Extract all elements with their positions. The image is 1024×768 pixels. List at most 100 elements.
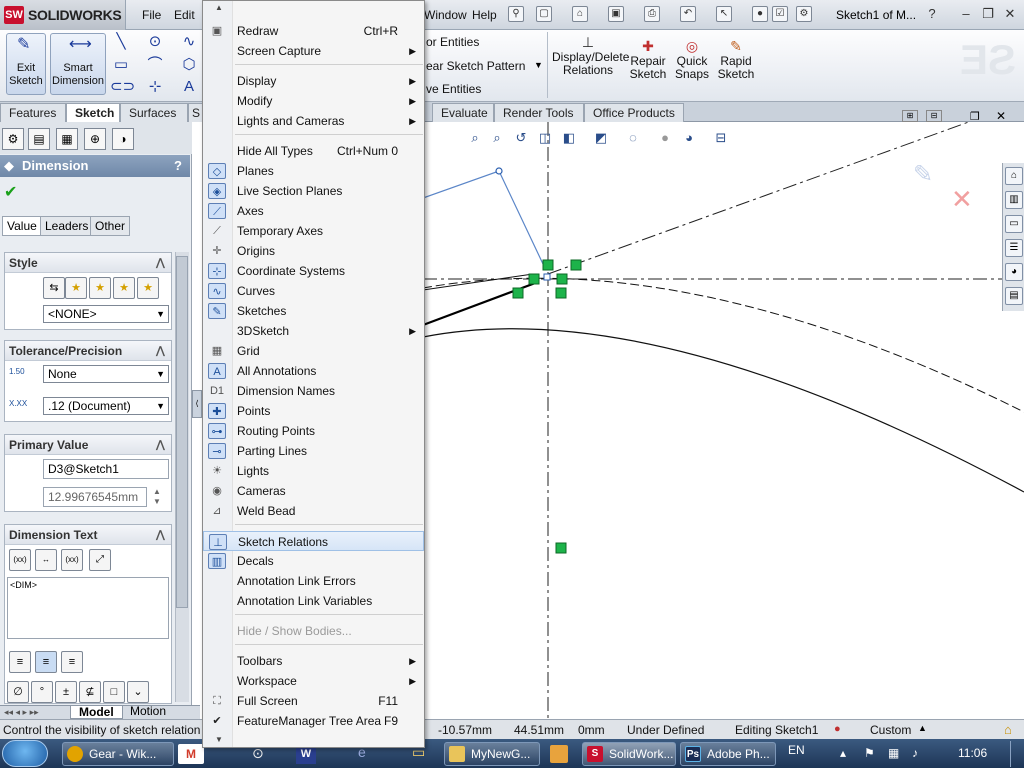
plus-minus-symbol-icon[interactable]: ±: [55, 681, 77, 703]
menu-item-all-annotations[interactable]: A All Annotations: [203, 361, 424, 381]
display-manager-icon[interactable]: ◑: [112, 128, 134, 150]
viewport-split-icon[interactable]: ⊞: [902, 110, 918, 122]
menu-item-annotation-link-errors[interactable]: Annotation Link Errors: [203, 571, 424, 591]
menu-item-points[interactable]: ✚ Points: [203, 401, 424, 421]
text-tool-icon[interactable]: A: [178, 78, 200, 96]
menu-item-coordinate-systems[interactable]: ⊹ Coordinate Systems: [203, 261, 424, 281]
status-units[interactable]: Custom: [870, 723, 911, 737]
menu-file[interactable]: File: [142, 8, 161, 22]
menu-item-hide-show-bodies[interactable]: Hide / Show Bodies...: [203, 621, 424, 641]
menu-item-origins[interactable]: ✛ Origins: [203, 241, 424, 261]
menu-item-curves[interactable]: ∿ Curves: [203, 281, 424, 301]
zoom-to-fit-icon[interactable]: ⌕: [466, 129, 484, 147]
circle-tool-icon[interactable]: ⊙: [144, 33, 166, 51]
sketch-canvas[interactable]: ✎ ✕: [423, 122, 1024, 719]
menu-item-weld-bead[interactable]: ⊿ Weld Bead: [203, 501, 424, 521]
taskbar-solidworks[interactable]: S SolidWork...: [582, 742, 676, 766]
rebuild-icon[interactable]: ●: [752, 6, 768, 22]
line-tool-icon[interactable]: ╲: [110, 33, 132, 51]
inspection-dimension-icon[interactable]: (xx): [61, 549, 83, 571]
align-center-icon[interactable]: ≡: [35, 651, 57, 673]
subtab-leaders[interactable]: Leaders: [40, 216, 94, 236]
configuration-manager-icon[interactable]: ▦: [56, 128, 78, 150]
restore-icon[interactable]: ❐: [978, 5, 998, 23]
menu-item-sketches[interactable]: ✎ Sketches: [203, 301, 424, 321]
menu-item-lights-and-cameras[interactable]: Lights and Cameras ▶: [203, 111, 424, 131]
smart-dimension-button[interactable]: ⟷ Smart Dimension: [50, 33, 106, 95]
menu-edit[interactable]: Edit: [174, 8, 195, 22]
menu-item-workspace[interactable]: Workspace ▶: [203, 671, 424, 691]
center-dimension-icon[interactable]: ↔: [35, 549, 57, 571]
menu-item-redraw[interactable]: ▣ Redraw Ctrl+R: [203, 21, 424, 41]
clock[interactable]: 11:06: [958, 746, 987, 760]
tab-motion-study[interactable]: Motion Study: [124, 705, 200, 731]
resources-icon[interactable]: ⌂: [1005, 167, 1023, 185]
display-style-icon[interactable]: ◩: [592, 129, 610, 147]
quick-snaps-button[interactable]: ◎ Quick Snaps: [672, 38, 712, 98]
align-right-icon[interactable]: ≡: [61, 651, 83, 673]
menu-item-modify[interactable]: Modify ▶: [203, 91, 424, 111]
windows-start-icon[interactable]: [2, 740, 48, 767]
options-icon[interactable]: ⚙: [796, 6, 812, 22]
edit-appearance-icon[interactable]: ●: [656, 129, 674, 147]
tab-office-products[interactable]: Office Products: [584, 103, 684, 122]
subtab-value[interactable]: Value: [2, 216, 42, 236]
menu-item-dimension-names[interactable]: D1 Dimension Names: [203, 381, 424, 401]
tab-model[interactable]: Model: [70, 705, 123, 719]
slot-tool-icon[interactable]: ⊂⊃: [110, 78, 135, 96]
menu-item-planes[interactable]: ◇ Planes: [203, 161, 424, 181]
minimize-icon[interactable]: –: [956, 5, 976, 23]
close-icon[interactable]: ✕: [1000, 5, 1020, 23]
menu-item-annotation-link-variables[interactable]: Annotation Link Variables: [203, 591, 424, 611]
hide-show-items-icon[interactable]: ◌: [624, 129, 642, 147]
tag-icon[interactable]: ⌂: [1004, 722, 1012, 737]
property-manager-icon[interactable]: ▤: [28, 128, 50, 150]
rectangle-tool-icon[interactable]: ▭: [110, 56, 132, 74]
save-icon[interactable]: ▣: [608, 6, 624, 22]
centerline-symbol-icon[interactable]: ⊈: [79, 681, 101, 703]
collapse-chevron-icon[interactable]: ⋀: [156, 253, 165, 273]
view-palette-icon[interactable]: ☰: [1005, 239, 1023, 257]
menu-window[interactable]: Window: [424, 8, 467, 22]
tab-scroll-arrows-icon[interactable]: ◂◂ ◂ ▸ ▸▸: [4, 707, 39, 718]
tab-sketch[interactable]: Sketch: [66, 103, 120, 122]
solidworks-logo[interactable]: SW SOLIDWORKS: [0, 0, 126, 30]
file-properties-icon[interactable]: ☑: [772, 6, 788, 22]
more-symbols-icon[interactable]: ⌄: [127, 681, 149, 703]
dimension-value-field[interactable]: 12.99676545mm: [43, 487, 147, 507]
collapse-chevron-icon[interactable]: ⋀: [156, 341, 165, 361]
previous-view-icon[interactable]: ↺: [512, 129, 530, 147]
viewport-minimize-icon[interactable]: ⊟: [926, 110, 942, 122]
repair-sketch-button[interactable]: ✚ Repair Sketch: [628, 38, 668, 98]
tab-surfaces[interactable]: Surfaces: [120, 103, 188, 122]
rebuild-status-icon[interactable]: ●: [834, 723, 841, 735]
add-parentheses-icon[interactable]: (xx): [9, 549, 31, 571]
open-folder-icon[interactable]: ⌂: [572, 6, 588, 22]
file-explorer-icon[interactable]: ▭: [1005, 215, 1023, 233]
tray-network-icon[interactable]: ▦: [888, 746, 899, 760]
spline-tool-icon[interactable]: ∿: [178, 33, 200, 51]
dimxpert-icon[interactable]: ⊕: [84, 128, 106, 150]
menu-scroll-down-icon[interactable]: ▼: [215, 735, 223, 744]
units-dropdown-icon[interactable]: ▲: [918, 723, 927, 733]
menu-item-3dsketch[interactable]: 3DSketch ▶: [203, 321, 424, 341]
style-select[interactable]: <NONE> ▼: [43, 305, 169, 323]
collapse-chevron-icon[interactable]: ⋀: [156, 525, 165, 545]
menu-item-featuremanager-tree-area[interactable]: ✔ FeatureManager Tree Area F9: [203, 711, 424, 731]
graphics-area[interactable]: ✎ ✕: [423, 122, 1024, 719]
media-player-icon[interactable]: [550, 745, 568, 763]
pin-icon[interactable]: ⚲: [508, 6, 524, 22]
view-orientation-icon[interactable]: ◧: [560, 129, 578, 147]
dimension-text-area[interactable]: <DIM>: [7, 577, 169, 639]
polygon-tool-icon[interactable]: ⬡: [178, 56, 200, 74]
delete-style-icon[interactable]: ★: [89, 277, 111, 299]
rapid-sketch-button[interactable]: ✎ Rapid Sketch: [714, 38, 758, 98]
collapse-panel-icon[interactable]: ⟨: [192, 390, 202, 418]
diameter-symbol-icon[interactable]: ∅: [7, 681, 29, 703]
menu-item-temporary-axes[interactable]: ⟋ Temporary Axes: [203, 221, 424, 241]
taskbar-photoshop[interactable]: Ps Adobe Ph...: [680, 742, 776, 766]
menu-item-toolbars[interactable]: Toolbars ▶: [203, 651, 424, 671]
tolerance-group-header[interactable]: Tolerance/Precision ⋀: [5, 341, 171, 361]
menu-item-cameras[interactable]: ◉ Cameras: [203, 481, 424, 501]
ok-check-icon[interactable]: ✔: [4, 182, 17, 202]
